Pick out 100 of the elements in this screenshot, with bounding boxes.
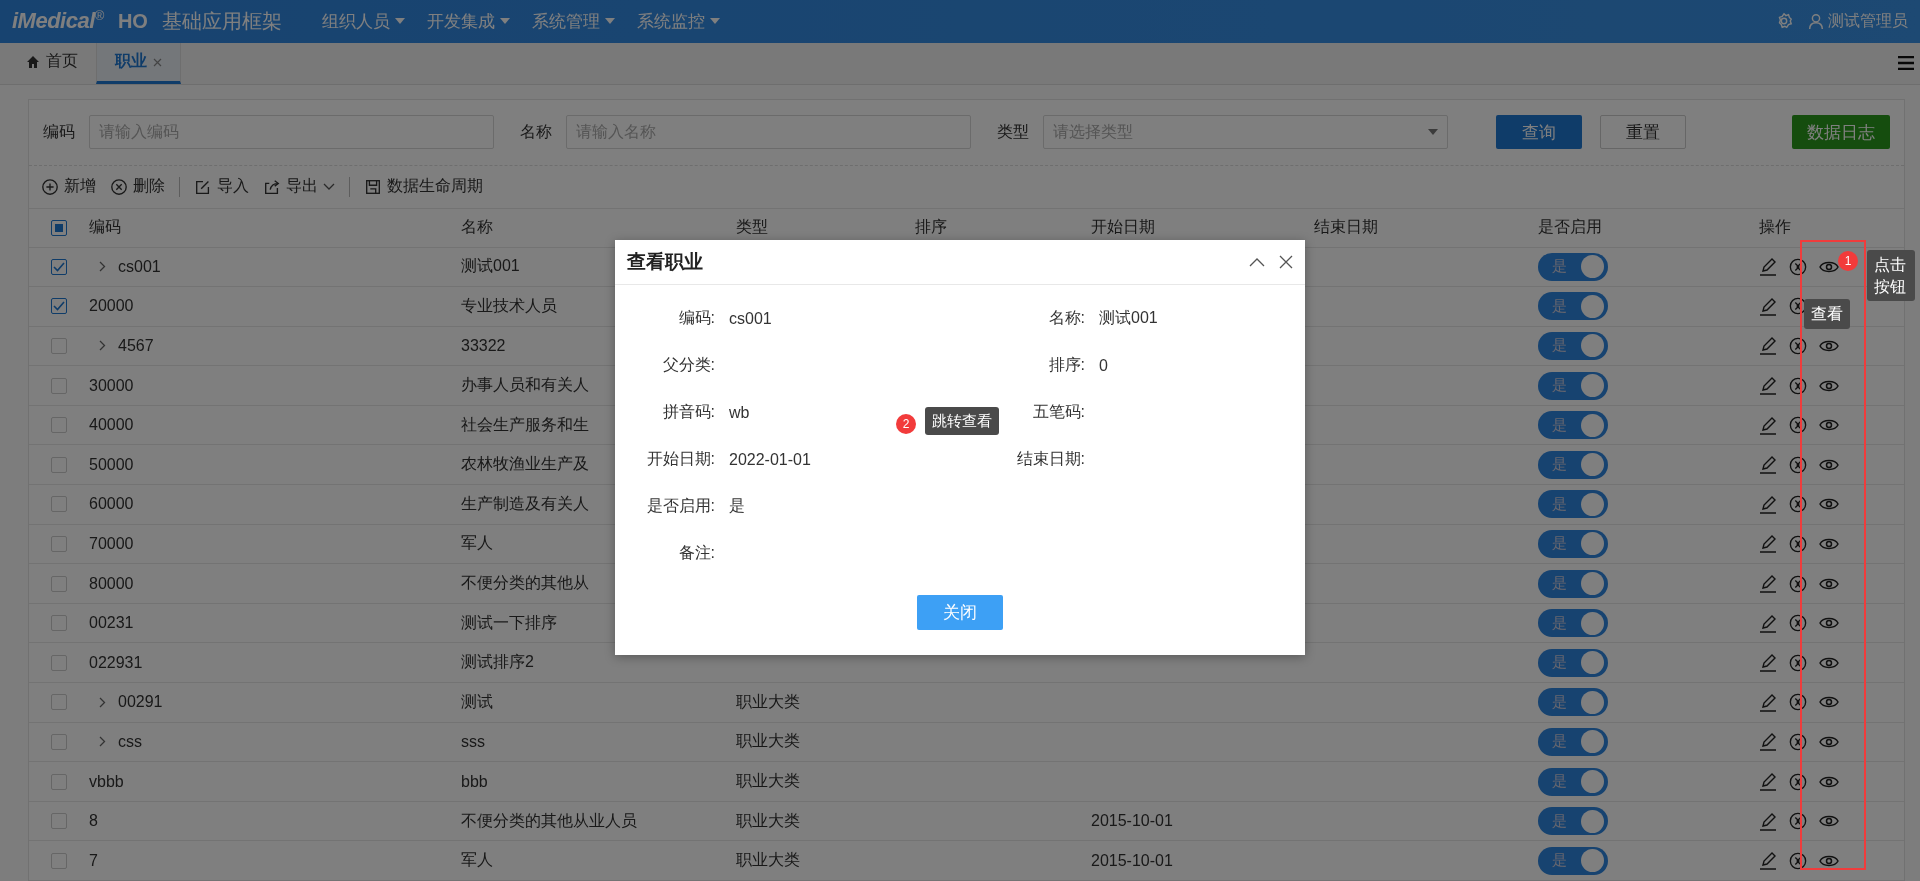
close-circle-icon[interactable]	[1789, 772, 1807, 791]
toolbar-button[interactable]: 导入	[194, 176, 249, 197]
row-checkbox[interactable]	[51, 338, 67, 354]
close-circle-icon[interactable]	[1789, 812, 1807, 831]
edit-icon[interactable]	[1759, 613, 1777, 633]
nav-menu[interactable]: 开发集成	[426, 9, 510, 33]
edit-icon[interactable]	[1759, 376, 1777, 396]
expand-icon[interactable]	[99, 340, 106, 352]
view-icon[interactable]	[1819, 655, 1839, 670]
close-circle-icon[interactable]	[1789, 495, 1807, 514]
view-icon[interactable]	[1819, 339, 1839, 353]
collapse-icon[interactable]	[1249, 257, 1265, 267]
nav-menu[interactable]: 系统监控	[636, 9, 720, 33]
view-icon[interactable]	[1819, 497, 1839, 512]
toolbar-button[interactable]: 数据生命周期	[364, 176, 483, 197]
edit-icon[interactable]	[1759, 534, 1777, 554]
view-icon[interactable]	[1819, 616, 1839, 631]
row-checkbox[interactable]	[51, 733, 67, 750]
menu-icon[interactable]	[1898, 56, 1914, 71]
enabled-toggle[interactable]: 是	[1538, 529, 1608, 558]
enabled-toggle[interactable]: 是	[1538, 411, 1608, 440]
enabled-toggle[interactable]: 是	[1538, 727, 1608, 756]
toolbar-button[interactable]: 删除	[110, 176, 165, 197]
close-circle-icon[interactable]	[1789, 376, 1807, 395]
close-circle-icon[interactable]	[1789, 534, 1807, 553]
view-icon[interactable]	[1819, 418, 1839, 433]
row-checkbox[interactable]	[51, 852, 67, 869]
close-circle-icon[interactable]	[1789, 574, 1807, 593]
expand-icon[interactable]	[99, 696, 106, 708]
close-circle-icon[interactable]	[1789, 257, 1807, 276]
view-icon[interactable]	[1819, 378, 1839, 393]
view-icon[interactable]	[1819, 774, 1839, 789]
close-circle-icon[interactable]	[1789, 416, 1807, 435]
edit-icon[interactable]	[1759, 772, 1777, 791]
user-menu[interactable]: 测试管理员	[1807, 10, 1908, 32]
close-circle-icon[interactable]	[1789, 732, 1807, 751]
tab[interactable]: 职业	[96, 42, 181, 84]
row-checkbox[interactable]	[51, 615, 67, 632]
edit-icon[interactable]	[1759, 296, 1777, 316]
nav-menu[interactable]: 系统管理	[531, 9, 615, 33]
row-checkbox[interactable]	[51, 258, 67, 275]
row-checkbox[interactable]	[51, 377, 67, 394]
enabled-toggle[interactable]: 是	[1538, 609, 1608, 638]
enabled-toggle[interactable]: 是	[1538, 767, 1608, 796]
enabled-toggle[interactable]: 是	[1538, 846, 1608, 875]
enabled-toggle[interactable]: 是	[1538, 332, 1608, 360]
view-icon[interactable]	[1819, 695, 1839, 710]
edit-icon[interactable]	[1759, 257, 1777, 277]
view-icon[interactable]	[1819, 576, 1839, 591]
enabled-toggle[interactable]: 是	[1538, 292, 1608, 321]
row-checkbox[interactable]	[51, 417, 67, 434]
close-circle-icon[interactable]	[1789, 297, 1807, 316]
row-checkbox[interactable]	[51, 654, 67, 671]
header-checkbox[interactable]	[51, 219, 67, 236]
view-icon[interactable]	[1819, 259, 1839, 274]
close-circle-icon[interactable]	[1789, 693, 1807, 712]
row-checkbox[interactable]	[51, 298, 67, 315]
edit-icon[interactable]	[1759, 732, 1777, 752]
enabled-toggle[interactable]: 是	[1538, 648, 1608, 677]
view-icon[interactable]	[1819, 814, 1839, 829]
edit-icon[interactable]	[1759, 336, 1777, 356]
close-circle-icon[interactable]	[1789, 455, 1807, 474]
view-icon[interactable]	[1819, 853, 1839, 868]
edit-icon[interactable]	[1759, 494, 1777, 514]
enabled-toggle[interactable]: 是	[1538, 450, 1608, 479]
tab[interactable]: 首页	[8, 42, 96, 84]
edit-icon[interactable]	[1759, 415, 1777, 435]
enabled-toggle[interactable]: 是	[1538, 569, 1608, 598]
row-checkbox[interactable]	[51, 694, 67, 711]
data-log-button[interactable]: 数据日志	[1792, 115, 1890, 149]
close-circle-icon[interactable]	[1789, 614, 1807, 633]
expand-icon[interactable]	[99, 261, 106, 273]
edit-icon[interactable]	[1759, 574, 1777, 594]
reset-button[interactable]: 重置	[1600, 115, 1686, 149]
enabled-toggle[interactable]: 是	[1538, 371, 1608, 400]
toolbar-button[interactable]: 新增	[41, 176, 96, 197]
edit-icon[interactable]	[1759, 851, 1777, 871]
close-circle-icon[interactable]	[1789, 337, 1807, 355]
close-circle-icon[interactable]	[1789, 653, 1807, 672]
edit-icon[interactable]	[1759, 653, 1777, 673]
view-icon[interactable]	[1819, 734, 1839, 749]
query-button[interactable]: 查询	[1496, 115, 1582, 149]
toolbar-button[interactable]: 导出	[263, 176, 335, 197]
view-icon[interactable]	[1819, 536, 1839, 551]
row-checkbox[interactable]	[51, 496, 67, 513]
close-icon[interactable]	[1279, 255, 1293, 269]
enabled-toggle[interactable]: 是	[1538, 688, 1608, 717]
row-checkbox[interactable]	[51, 813, 67, 830]
enabled-toggle[interactable]: 是	[1538, 807, 1608, 836]
edit-icon[interactable]	[1759, 692, 1777, 712]
row-checkbox[interactable]	[51, 575, 67, 592]
nav-menu[interactable]: 组织人员	[321, 9, 405, 33]
close-circle-icon[interactable]	[1789, 851, 1807, 870]
row-checkbox[interactable]	[51, 773, 67, 790]
expand-icon[interactable]	[99, 736, 106, 748]
row-checkbox[interactable]	[51, 456, 67, 473]
enabled-toggle[interactable]: 是	[1538, 252, 1608, 281]
view-icon[interactable]	[1819, 457, 1839, 472]
close-button[interactable]: 关闭	[917, 594, 1003, 630]
enabled-toggle[interactable]: 是	[1538, 490, 1608, 519]
